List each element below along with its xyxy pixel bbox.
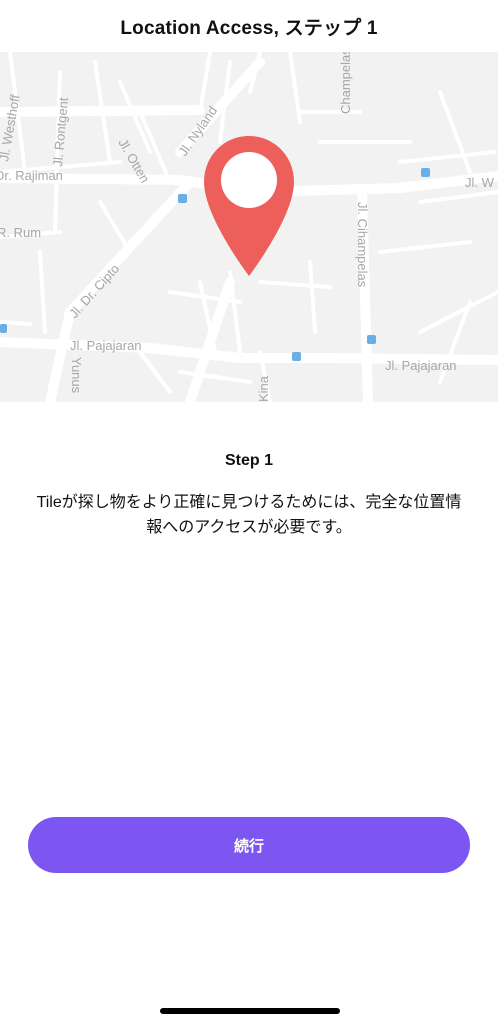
map-label: Jl. Cihampelas xyxy=(355,202,370,288)
continue-button[interactable]: 続行 xyxy=(28,817,470,873)
map-label: Champelas xyxy=(338,52,353,114)
map-label: Kina xyxy=(256,375,271,402)
header: Location Access, ステップ 1 xyxy=(0,0,498,52)
bus-stop-icon xyxy=(367,335,376,344)
map-label: Jl. Pajajaran xyxy=(385,358,457,373)
map-label: Yunus xyxy=(69,357,84,394)
map-label: Jl. Pajajaran xyxy=(70,338,142,353)
map-label: Dr. Rajiman xyxy=(0,168,63,183)
map-illustration: Jl. Westhoff Jl. Rontgent Jl. Otten Jl. … xyxy=(0,52,498,402)
map-label: Jl. W xyxy=(465,175,495,190)
bus-stop-icon xyxy=(0,324,7,333)
home-indicator[interactable] xyxy=(160,1008,340,1014)
bus-stop-icon xyxy=(421,168,430,177)
step-title: Step 1 xyxy=(224,452,273,469)
map-label: R. Rum xyxy=(0,225,41,240)
step-content: Step 1 Tileが探し物をより正確に見つけるためには、完全な位置情報へのア… xyxy=(0,452,498,540)
bus-stop-icon xyxy=(292,352,301,361)
bus-stop-icon xyxy=(178,194,187,203)
continue-button-label: 続行 xyxy=(233,837,264,855)
page-title: Location Access, ステップ 1 xyxy=(120,17,378,39)
step-description: Tileが探し物をより正確に見つけるためには、完全な位置情報へのアクセスが必要で… xyxy=(36,494,462,536)
map-view: Jl. Westhoff Jl. Rontgent Jl. Otten Jl. … xyxy=(0,52,498,402)
